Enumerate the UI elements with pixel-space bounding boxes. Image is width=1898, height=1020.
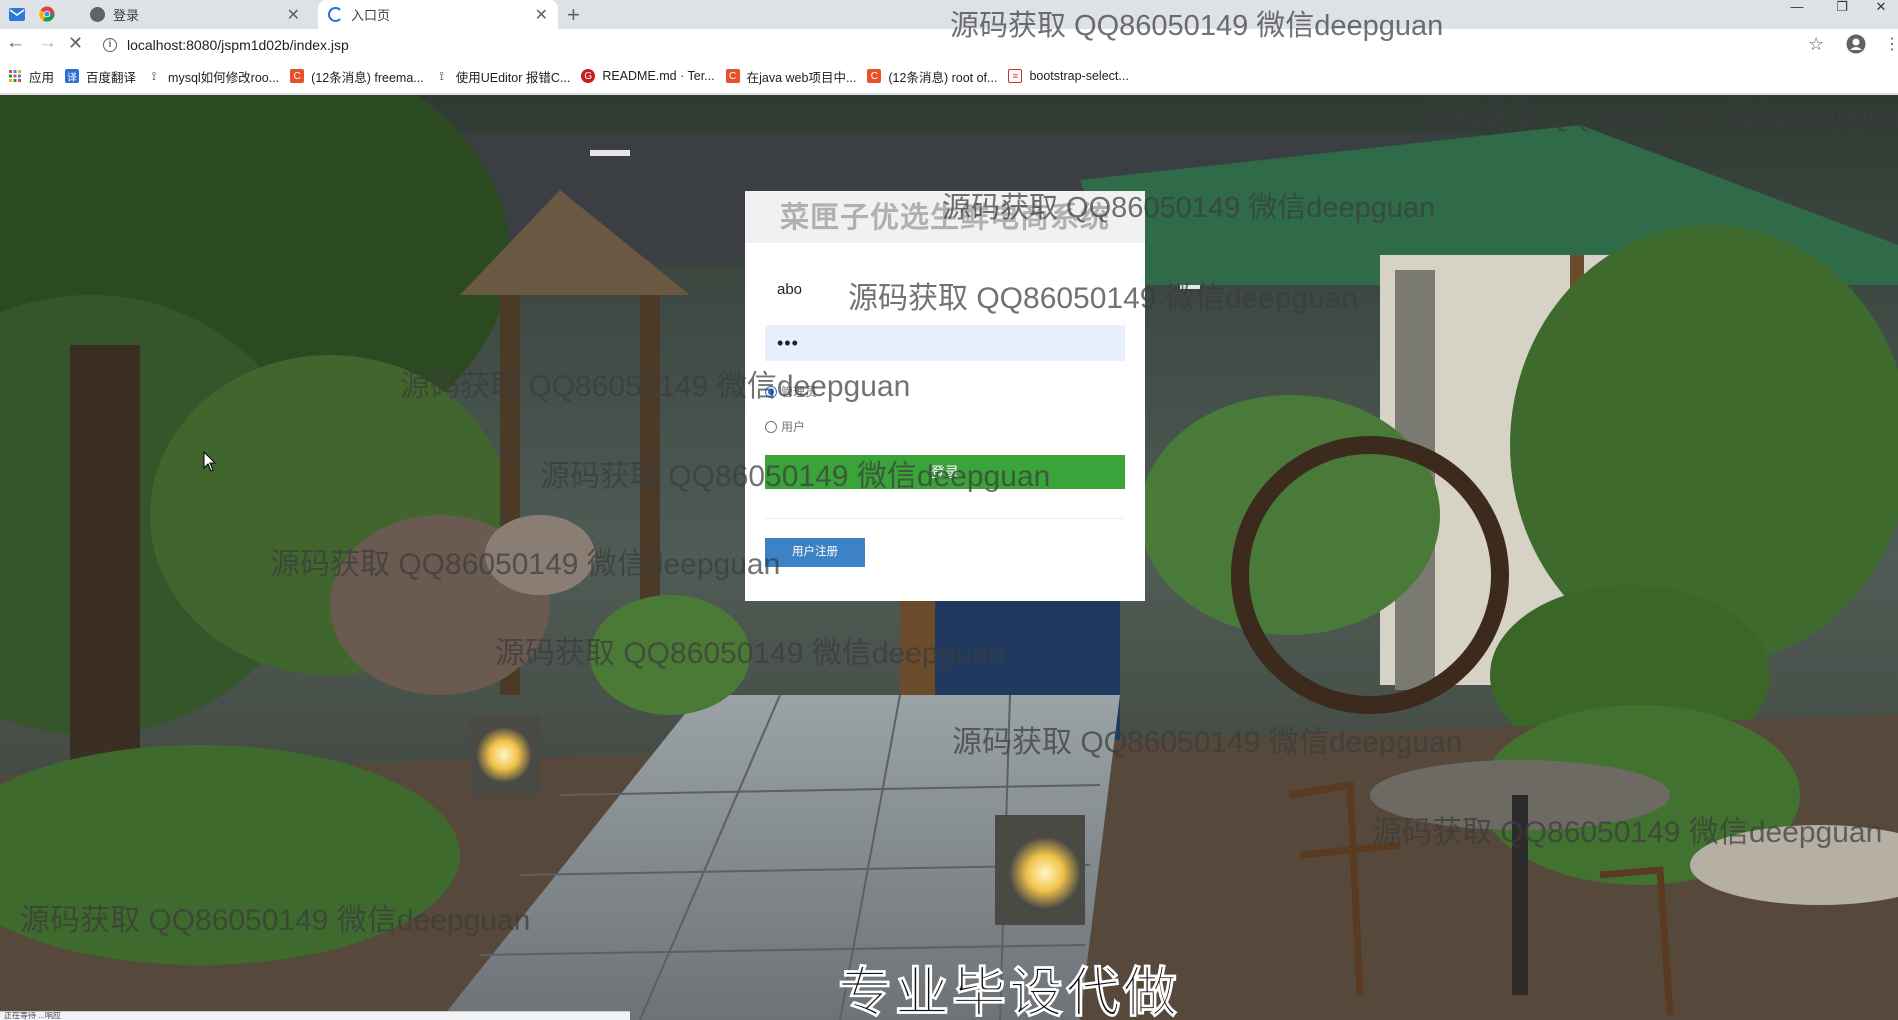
bookmark-icon: ≡ [1008,69,1023,83]
chrome-icon[interactable] [36,4,58,24]
tab-label: 登录 [113,8,140,23]
tab-strip: 登录 ✕ 入口页 ✕ + — ❐ ✕ [0,0,1898,29]
role-radio-user[interactable]: 用户 [765,418,805,435]
bookmark-csdn-root[interactable]: C (12条消息) root of... [867,67,997,86]
site-info-icon[interactable]: i [103,37,117,52]
role-radio-admin[interactable]: 管理员 [765,383,817,400]
restore-button[interactable]: ❐ [1827,0,1857,16]
globe-icon [90,7,105,22]
csdn-icon: C [725,69,740,83]
window-close-button[interactable]: ✕ [1866,0,1896,16]
address-bar[interactable]: i localhost:8080/jspm1d02b/index.jsp [103,32,1803,57]
close-icon[interactable]: ✕ [287,5,300,25]
radio-button-checked[interactable] [765,385,777,398]
role-label-admin: 管理员 [781,385,818,399]
mouse-cursor-icon [203,451,217,472]
username-input[interactable] [765,271,1125,307]
bookmark-java-web[interactable]: C 在java web项目中... [725,67,856,86]
back-arrow-icon[interactable]: ← [6,33,25,53]
menu-kebab-icon[interactable]: ⋮ [1884,34,1898,54]
stop-loading-icon[interactable]: ✕ [68,33,83,53]
bookmark-baidu-translate[interactable]: 译 百度翻译 [65,67,136,86]
bookmark-readme[interactable]: G README.md · Ter... [581,69,715,83]
status-bar: 正在等待 ...响应 [0,1011,630,1020]
page-viewport: 菜匣子优选生鲜电商系统 管理员 用户 登录 用户注册 源码获取 QQ860501… [0,95,1898,1020]
mysql-icon: ⟟ [439,68,444,83]
loading-spinner-icon [328,7,343,22]
csdn-icon: C [290,69,305,83]
csdn-icon: C [867,69,882,83]
bookmark-apps[interactable]: 应用 [8,67,54,86]
bookmarks-bar: 应用 译 百度翻译 ⟟ mysql如何修改roo... C (12条消息) fr… [0,59,1898,94]
divider [765,518,1125,519]
promo-caption: 专业毕设代做 [838,963,1180,1020]
gitee-icon: G [581,69,596,83]
navigation-toolbar: ← → ✕ i localhost:8080/jspm1d02b/index.j… [0,29,1898,59]
tab-entry-page[interactable]: 入口页 ✕ [318,0,558,29]
tab-label: 入口页 [351,8,391,23]
profile-avatar-icon[interactable] [1846,34,1866,59]
mail-app-icon[interactable] [6,4,28,24]
bookmark-ueditor[interactable]: ⟟ 使用UEditor 报错C... [435,67,570,86]
baidu-translate-icon: 译 [65,69,80,84]
bookmark-bootstrap-select[interactable]: ≡ bootstrap-select... [1008,69,1129,83]
login-panel: 菜匣子优选生鲜电商系统 管理员 用户 登录 用户注册 [745,191,1145,601]
password-input[interactable] [765,325,1125,361]
minimize-button[interactable]: — [1782,0,1812,16]
register-button[interactable]: 用户注册 [765,538,865,567]
new-tab-button[interactable]: + [567,2,580,28]
tab-login[interactable]: 登录 ✕ [80,0,310,29]
system-title: 菜匣子优选生鲜电商系统 [745,191,1145,243]
forward-arrow-icon[interactable]: → [38,33,57,53]
mysql-icon: ⟟ [151,68,157,83]
bookmark-star-icon[interactable]: ☆ [1808,34,1824,55]
bookmark-csdn-freemarker[interactable]: C (12条消息) freema... [290,67,424,86]
role-label-user: 用户 [781,420,806,434]
bookmark-mysql[interactable]: ⟟ mysql如何修改roo... [147,67,279,86]
apps-icon [8,69,22,83]
address-url[interactable]: localhost:8080/jspm1d02b/index.jsp [127,37,349,53]
radio-button[interactable] [765,420,777,433]
login-button[interactable]: 登录 [765,455,1125,489]
close-icon[interactable]: ✕ [535,5,548,25]
